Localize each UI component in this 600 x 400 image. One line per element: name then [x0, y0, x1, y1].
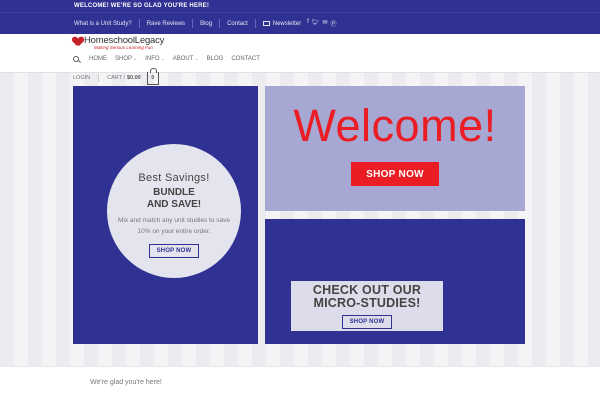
promo-title: Best Savings! [138, 172, 210, 184]
nav-link-contact[interactable]: Contact [227, 21, 248, 27]
pinterest-icon[interactable]: Ⓟ [330, 19, 336, 28]
nav-link-rave-reviews[interactable]: Rave Reviews [147, 21, 185, 27]
nav-about[interactable]: ABOUT⌄ [173, 56, 199, 62]
social-links: f 🐦︎ ✉ Ⓟ [307, 19, 336, 28]
micro-studies-box: CHECK OUT OUR MICRO-STUDIES! SHOP NOW [291, 281, 443, 331]
promo-bundle-line2: AND SAVE! [146, 198, 202, 210]
nav-info[interactable]: INFO⌄ [145, 56, 165, 62]
bundle-promo-circle: Best Savings! BUNDLE AND SAVE! Mix and m… [107, 144, 241, 278]
nav-about-label: ABOUT [172, 56, 194, 62]
divider [192, 19, 194, 28]
logo-tagline: Making Serious Learning Fun [94, 44, 153, 50]
nav-link-blog[interactable]: Blog [200, 21, 212, 27]
micro-title-line2: MICRO-STUDIES! [313, 296, 421, 311]
welcome-heading: Welcome! [293, 100, 497, 151]
micro-shop-now-button[interactable]: SHOP NOW [341, 315, 393, 330]
nav-link-unit-study[interactable]: What is a Unit Study? [74, 21, 132, 27]
secondary-nav-bar: What is a Unit Study? Rave Reviews Blog … [0, 12, 600, 34]
nav-blog[interactable]: BLOG [207, 56, 224, 62]
nav-contact[interactable]: CONTACT [231, 56, 260, 62]
chevron-down-icon: ⌄ [194, 56, 199, 62]
footer-intro-section: We're glad you're here! [0, 366, 600, 400]
chevron-down-icon: ⌄ [133, 56, 138, 62]
nav-info-label: INFO [145, 56, 160, 62]
top-announcement-bar: WELCOME! WE'RE SO GLAD YOU'RE HERE! [0, 0, 600, 12]
cart-total: $0.00 [126, 75, 141, 81]
welcome-panel: Welcome! SHOP NOW [265, 86, 525, 211]
chevron-down-icon: ⌄ [160, 56, 165, 62]
promo-bundle-line1: BUNDLE [153, 187, 195, 198]
twitter-icon[interactable]: 🐦︎ [312, 19, 320, 28]
divider [138, 19, 140, 28]
site-logo[interactable]: HomeschoolLegacy Making Serious Learning… [73, 36, 164, 50]
main-nav: HOME SHOP⌄ INFO⌄ ABOUT⌄ BLOG CONTACT [73, 54, 260, 64]
search-icon[interactable] [73, 56, 79, 62]
nav-shop-label: SHOP [115, 56, 133, 62]
login-link[interactable]: LOGIN [73, 75, 90, 81]
micro-studies-panel: CHECK OUT OUR MICRO-STUDIES! SHOP NOW [265, 219, 525, 344]
nav-home[interactable]: HOME [89, 56, 107, 62]
divider [219, 19, 221, 28]
envelope-icon [262, 21, 270, 26]
facebook-icon[interactable]: f [307, 19, 309, 28]
newsletter-link[interactable]: Newsletter [262, 20, 302, 27]
welcome-shop-now-button[interactable]: SHOP NOW [351, 162, 439, 186]
account-bar: LOGIN CART / $0.00 0 [73, 67, 159, 85]
cart-link[interactable]: CART / $0.00 0 [107, 67, 159, 85]
divider [98, 74, 100, 82]
nav-shop[interactable]: SHOP⌄ [115, 56, 137, 62]
heart-logo-icon [73, 37, 83, 47]
glad-text: We're glad you're here! [90, 379, 162, 386]
cart-count: 0 [151, 74, 155, 81]
bundle-shop-now-button[interactable]: SHOP NOW [148, 244, 200, 259]
newsletter-label: Newsletter [272, 20, 302, 27]
cart-label: CART / [107, 75, 125, 81]
site-header: HomeschoolLegacy Making Serious Learning… [0, 34, 600, 73]
shopping-bag-icon[interactable]: 0 [146, 67, 159, 85]
divider [254, 19, 256, 28]
bundle-promo-panel: Best Savings! BUNDLE AND SAVE! Mix and m… [73, 86, 258, 344]
email-icon[interactable]: ✉ [322, 19, 327, 28]
welcome-message: WELCOME! WE'RE SO GLAD YOU'RE HERE! [74, 3, 210, 9]
promo-description: Mix and match any unit studies to save 1… [117, 217, 230, 235]
